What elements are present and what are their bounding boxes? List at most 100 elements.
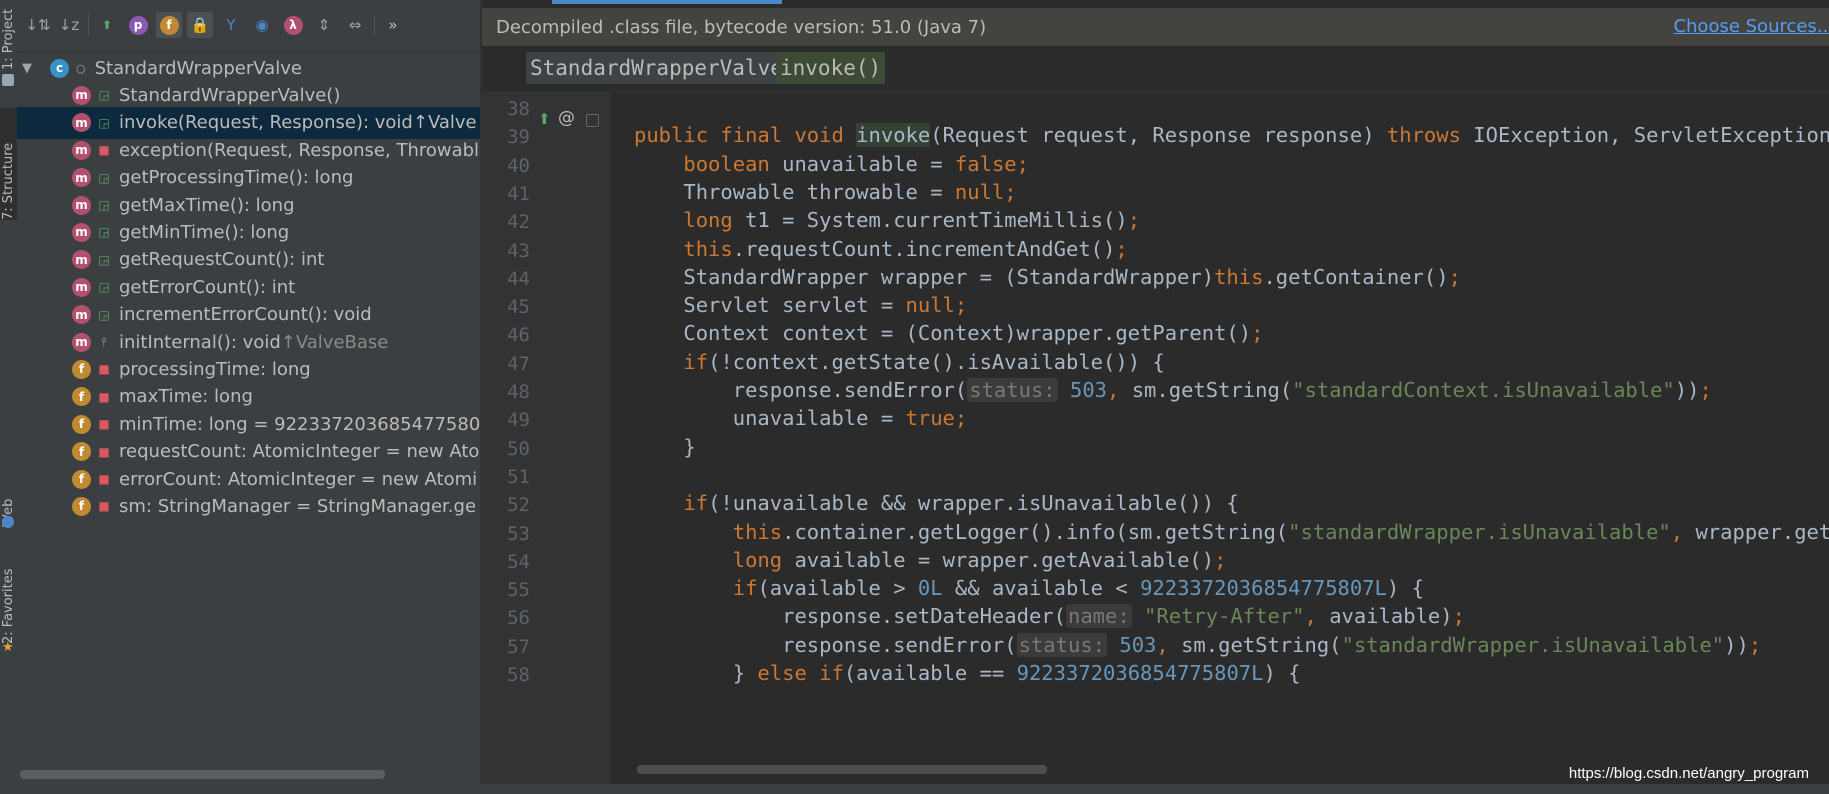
line-number: 46: [507, 324, 530, 347]
code-line[interactable]: this.container.getLogger().info(sm.getSt…: [634, 520, 1829, 544]
private-visibility-icon: ■: [98, 143, 110, 158]
line-number: 54: [507, 550, 530, 573]
code-line[interactable]: long available = wrapper.getAvailable();: [634, 548, 1227, 572]
show-properties-icon[interactable]: p: [125, 12, 151, 38]
parameter-hint: name:: [1065, 604, 1132, 629]
collapse-all-icon[interactable]: ⇔: [342, 12, 368, 38]
code-token: true: [905, 406, 955, 431]
banner-text: Decompiled .class file, bytecode version…: [496, 16, 987, 38]
code-line[interactable]: if(!context.getState().isAvailable()) {: [634, 349, 1165, 374]
line-number: 57: [507, 635, 530, 658]
show-anonymous-icon[interactable]: Y: [218, 12, 244, 38]
code-line[interactable]: long t1 = System.currentTimeMillis();: [634, 208, 1140, 232]
structure-tool-tab[interactable]: 7: Structure: [0, 108, 17, 220]
show-fields-icon[interactable]: f: [156, 12, 182, 38]
annotation-icon[interactable]: @: [558, 108, 575, 128]
tree-label: getMinTime(): long: [119, 221, 290, 243]
inherited-from-label: ↑ValveBase: [280, 331, 389, 353]
autoscroll-icon[interactable]: ◉: [249, 12, 275, 38]
line-number: 47: [507, 352, 530, 375]
field-icon: f: [72, 469, 91, 489]
implements-method-icon[interactable]: ⬆: [538, 110, 551, 128]
code-line[interactable]: if(!unavailable && wrapper.isUnavailable…: [634, 491, 1238, 515]
tree-label: getErrorCount(): int: [119, 276, 296, 298]
code-line[interactable]: Context context = (Context)wrapper.getPa…: [634, 321, 1263, 345]
code-line[interactable]: boolean unavailable = false;: [634, 152, 1029, 176]
show-lambdas-icon[interactable]: λ: [280, 12, 306, 38]
code-token: if: [732, 576, 758, 601]
public-visibility-icon: ◲: [98, 88, 110, 103]
code-token: (!context.getState().isAvailable()) {: [708, 349, 1165, 374]
code-token: 503: [1057, 378, 1108, 402]
public-visibility-icon: ◲: [98, 307, 110, 322]
choose-sources-link[interactable]: Choose Sources...: [1673, 16, 1829, 37]
expand-arrow-icon[interactable]: ▼: [22, 61, 36, 76]
breadcrumb-method[interactable]: invoke(): [776, 52, 886, 84]
code-line[interactable]: response.sendError(status: 503, sm.getSt…: [634, 378, 1712, 402]
breadcrumb-class[interactable]: StandardWrapperValve: [526, 52, 787, 84]
code-token: ,: [1156, 632, 1182, 657]
show-non-public-icon[interactable]: 🔒: [187, 12, 213, 38]
public-visibility-icon: ◲: [98, 280, 110, 295]
favorites-tab-label: 2: Favorites: [1, 568, 16, 644]
line-number: 38: [507, 98, 530, 120]
code-token: ;: [1127, 208, 1141, 233]
code-token: "standardContext.isUnavailable": [1292, 378, 1675, 402]
sort-alphabetically-icon[interactable]: ↓z: [56, 12, 82, 38]
code-token: ;: [1748, 632, 1762, 657]
tree-label: StandardWrapperValve: [94, 57, 302, 79]
more-icon[interactable]: »: [380, 12, 406, 38]
code-token: public final void: [634, 123, 857, 148]
line-number: 51: [507, 465, 530, 488]
code-line[interactable]: unavailable = true;: [634, 406, 968, 431]
code-token: this: [683, 236, 733, 261]
class-modifier-dot-icon: ○: [76, 61, 86, 75]
code-line[interactable]: public final void invoke(Request request…: [634, 123, 1829, 148]
code-token: unavailable =: [634, 406, 906, 431]
code-line[interactable]: if(available > 0L && available < 9223372…: [634, 576, 1424, 600]
private-visibility-icon: ■: [98, 444, 110, 459]
class-icon: c: [50, 58, 69, 78]
code-line[interactable]: Servlet servlet = null;: [634, 293, 967, 317]
tree-label: incrementErrorCount(): void: [119, 304, 372, 326]
field-icon: f: [72, 442, 91, 462]
sort-by-visibility-icon[interactable]: ↓⇅: [25, 12, 51, 38]
code-line[interactable]: Throwable throwable = null;: [634, 180, 1016, 204]
code-line[interactable]: }: [634, 435, 695, 459]
method-icon: m: [72, 140, 91, 160]
code-line[interactable]: response.setDateHeader(name: "Retry-Afte…: [634, 604, 1465, 629]
method-icon: m: [72, 277, 91, 297]
editor-horizontal-scrollbar[interactable]: [637, 765, 1047, 774]
code-line[interactable]: this.requestCount.incrementAndGet();: [634, 236, 1127, 261]
line-number: 48: [507, 381, 530, 403]
method-icon: m: [72, 195, 91, 215]
code-token: sm.getString(: [1131, 378, 1293, 402]
project-tool-tab[interactable]: 1: Project: [0, 0, 17, 70]
method-icon: m: [72, 332, 91, 352]
line-number: 55: [507, 579, 530, 602]
left-tool-strip: 1: Project 7: Structure Web 2: Favorites…: [0, 0, 18, 794]
structure-tree: ▼ c ○ StandardWrapperValve m ◲ StandardWrapper…: [17, 52, 480, 767]
show-inherited-icon[interactable]: ⬆: [94, 12, 120, 38]
line-number: 41: [507, 182, 530, 205]
line-number: 39: [507, 126, 530, 149]
code-token: "standardWrapper.isUnavailable": [1341, 632, 1725, 657]
code-token: ;: [1699, 378, 1712, 402]
expand-all-icon[interactable]: ⇕: [311, 12, 337, 38]
code-line[interactable]: response.sendError(status: 503, sm.getSt…: [634, 632, 1762, 657]
code-line[interactable]: } else if(available == 92233720368547758…: [634, 661, 1301, 685]
favorites-tool-tab[interactable]: 2: Favorites: [0, 556, 17, 644]
active-editor-tab-indicator[interactable]: [552, 0, 782, 4]
code-line[interactable]: StandardWrapper wrapper = (StandardWrapp…: [634, 265, 1461, 289]
code-token: ) {: [1263, 661, 1301, 685]
structure-horizontal-scrollbar[interactable]: [20, 770, 385, 779]
tree-label: maxTime: long: [119, 386, 253, 408]
tree-field-item[interactable]: f ■ sm: StringManager = StringManager.ge: [17, 490, 480, 522]
fold-toggle-icon[interactable]: [586, 114, 599, 127]
